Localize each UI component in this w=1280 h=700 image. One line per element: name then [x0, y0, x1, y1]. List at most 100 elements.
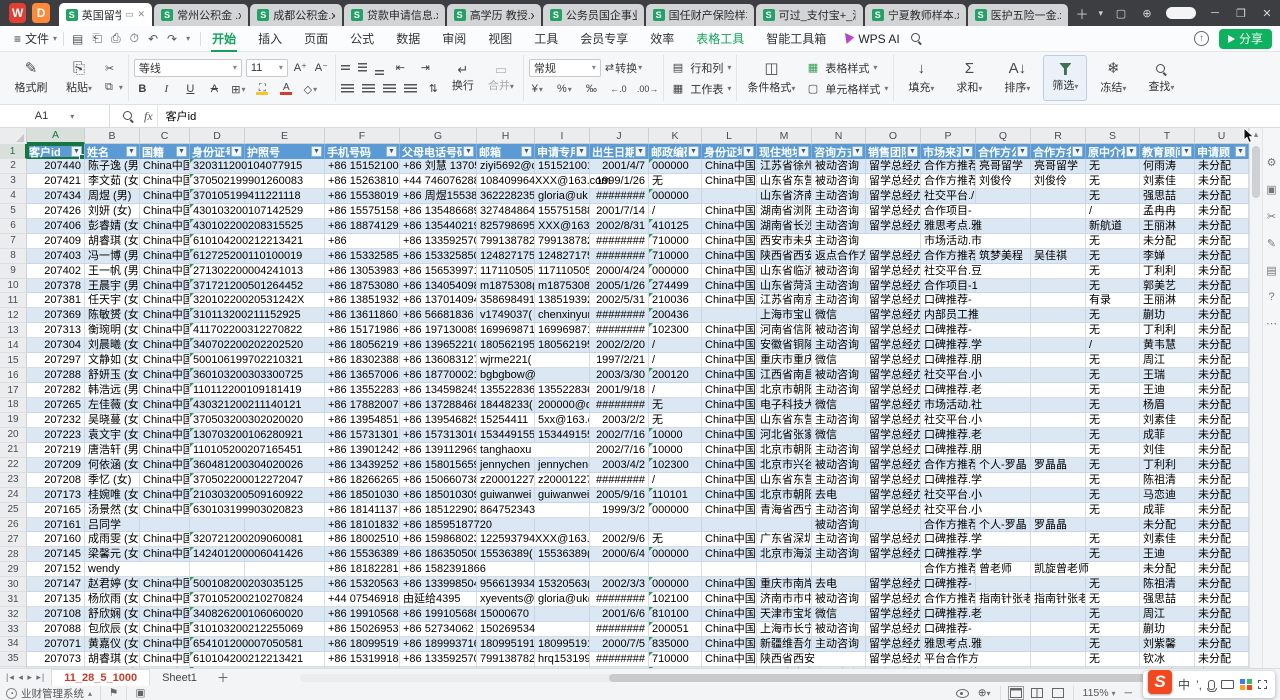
cell-D10[interactable]: 371721200501264452 [190, 279, 245, 294]
cell-D12[interactable]: 310113200211152925 [190, 308, 245, 323]
cell-P19[interactable]: 社交平台.小 [921, 413, 976, 428]
cell-N21[interactable]: 主动咨询 [812, 443, 866, 458]
cell-D26[interactable] [190, 518, 245, 533]
cell-R17[interactable] [1031, 383, 1086, 398]
cell-O29[interactable] [866, 562, 921, 577]
row-number[interactable]: 21 [0, 443, 27, 458]
file-tab[interactable]: S 可过_支付宝+_滴滴 [756, 4, 863, 26]
cell-O5[interactable]: 留学总经办 [866, 204, 921, 219]
cell-O8[interactable]: 留学总经办 [866, 249, 921, 264]
cell-S4[interactable]: 无 [1086, 189, 1140, 204]
cell-R32[interactable] [1031, 607, 1086, 622]
cell-F28[interactable]: +86 15536389 [325, 547, 400, 562]
cell-D4[interactable]: 370105199411221118 [190, 189, 245, 204]
cell-P24[interactable]: 社交平台.小 [921, 488, 976, 503]
cell-T31[interactable]: 强思喆 [1140, 592, 1195, 607]
row-number[interactable]: 19 [0, 413, 27, 428]
cell-L25[interactable]: China中国 [702, 503, 757, 518]
cell-S29[interactable] [1086, 562, 1140, 577]
cell-J7[interactable]: ######## [590, 234, 649, 249]
cell-O22[interactable]: 留学总经办 [866, 458, 921, 473]
board-icon[interactable]: ▣ [135, 687, 145, 699]
cell-C11[interactable]: China中国 [140, 293, 190, 308]
cell-D15[interactable]: 500106199702210321 [190, 353, 245, 368]
cell-B7[interactable]: 胡睿琪 (女) [85, 234, 140, 249]
cell-L11[interactable]: China中国 [702, 293, 757, 308]
column-header-J[interactable]: J [590, 128, 649, 144]
cell-D24[interactable]: 210303200509160922 [190, 488, 245, 503]
cell-S32[interactable]: 无 [1086, 607, 1140, 622]
cell-P7[interactable]: 市场活动.市 [921, 234, 976, 249]
cell-N32[interactable]: 微信 [812, 607, 866, 622]
row-number[interactable]: 22 [0, 458, 27, 473]
cell-K24[interactable]: 110101 [649, 488, 702, 503]
cell-K19[interactable]: 无 [649, 413, 702, 428]
cell-K18[interactable]: 无 [649, 398, 702, 413]
cell-F33[interactable]: +86 15026953 [325, 622, 400, 637]
cell-B8[interactable]: 冯一博 (男) [85, 249, 140, 264]
table-header-cell[interactable]: 手机号码 ▼ [325, 144, 400, 159]
cell-S14[interactable]: / [1086, 338, 1140, 353]
column-header-O[interactable]: O [866, 128, 921, 144]
cell-G21[interactable]: +86 1391129694 [400, 443, 477, 458]
cell-M35[interactable]: 陕西省西安 [757, 652, 812, 667]
cell-M23[interactable]: 山东省东营 [757, 473, 812, 488]
cell-M5[interactable]: 湖南省浏阳 [757, 204, 812, 219]
filter-dropdown-button[interactable]: ▼ [1017, 146, 1028, 157]
cell-C20[interactable]: China中国 [140, 428, 190, 443]
cell-P13[interactable]: 口碑推荐- [921, 323, 976, 338]
cell-T28[interactable]: 王迪 [1140, 547, 1195, 562]
cell-P21[interactable]: 口碑推荐.朋 [921, 443, 976, 458]
cell-G14[interactable]: +86 1396522100 [400, 338, 477, 353]
wrap-text-button[interactable]: ↵ 换行 [446, 63, 480, 93]
cell-R4[interactable] [1031, 189, 1086, 204]
cell-I13[interactable]: 169969871 [535, 323, 590, 338]
cell-K12[interactable]: 200436 [649, 308, 702, 323]
column-header-R[interactable]: R [1031, 128, 1086, 144]
menu-tab-数据[interactable]: 数据 [385, 26, 431, 52]
cell-C28[interactable]: China中国 [140, 547, 190, 562]
cell-L2[interactable]: China中国 [702, 159, 757, 174]
cell-D36[interactable]: 511302200208200025 [190, 667, 245, 668]
cell-K21[interactable]: 10000 [649, 443, 702, 458]
cell-M4[interactable]: 山东省济南 [757, 189, 812, 204]
cell-N5[interactable]: 主动咨询 [812, 204, 866, 219]
cell-B22[interactable]: 何依涵 (女) [85, 458, 140, 473]
cell-C5[interactable]: China中国 [140, 204, 190, 219]
cell-U35[interactable]: 未分配 [1195, 652, 1249, 667]
cell-F6[interactable]: +86 18874129 [325, 219, 400, 234]
cell-N28[interactable]: 主动咨询 [812, 547, 866, 562]
cell-Q34[interactable] [976, 637, 1031, 652]
cell-R6[interactable] [1031, 219, 1086, 234]
cell-D28[interactable]: 142401200006041426 [190, 547, 245, 562]
strikethrough-button[interactable]: A [206, 81, 223, 98]
cell-A9[interactable]: 207402 [27, 264, 85, 279]
cell-O2[interactable]: 留学总经办 [866, 159, 921, 174]
cell-J15[interactable]: 1997/2/21 [590, 353, 649, 368]
cell-S23[interactable]: 无 [1086, 473, 1140, 488]
table-header-cell[interactable]: 市场来源 ▼ [921, 144, 976, 159]
copy-button[interactable]: ⧉▾ [105, 81, 123, 94]
cell-G18[interactable]: +86 1372884680 [400, 398, 477, 413]
cell-L27[interactable]: China中国 [702, 532, 757, 547]
fill-color-button[interactable]: ⛶ [254, 81, 271, 98]
microphone-icon[interactable] [1208, 680, 1215, 690]
row-number[interactable]: 5 [0, 204, 27, 219]
cell-U4[interactable]: 未分配 [1195, 189, 1249, 204]
file-tab[interactable]: S 医护五险一金.xlsx [968, 4, 1069, 26]
cell-O4[interactable]: 留学总经办 [866, 189, 921, 204]
cell-U30[interactable]: 未分配 [1195, 577, 1249, 592]
cell-T30[interactable]: 陈祖清 [1140, 577, 1195, 592]
cell-I29[interactable] [535, 562, 590, 577]
cell-G12[interactable]: +86 56681836 [400, 308, 477, 323]
cell-T20[interactable]: 成菲 [1140, 428, 1195, 443]
cell-L23[interactable]: China中国 [702, 473, 757, 488]
cell-A34[interactable]: 207071 [27, 637, 85, 652]
cell-K20[interactable]: 10000 [649, 428, 702, 443]
cell-I35[interactable]: hrq153199 [535, 652, 590, 667]
cell-O10[interactable]: 留学总经办 [866, 279, 921, 294]
table-header-cell[interactable]: 父母电话号码 ▼ [400, 144, 477, 159]
cell-C23[interactable]: China中国 [140, 473, 190, 488]
cell-S3[interactable]: 无 [1086, 174, 1140, 189]
cell-D14[interactable]: 340702200202202520 [190, 338, 245, 353]
